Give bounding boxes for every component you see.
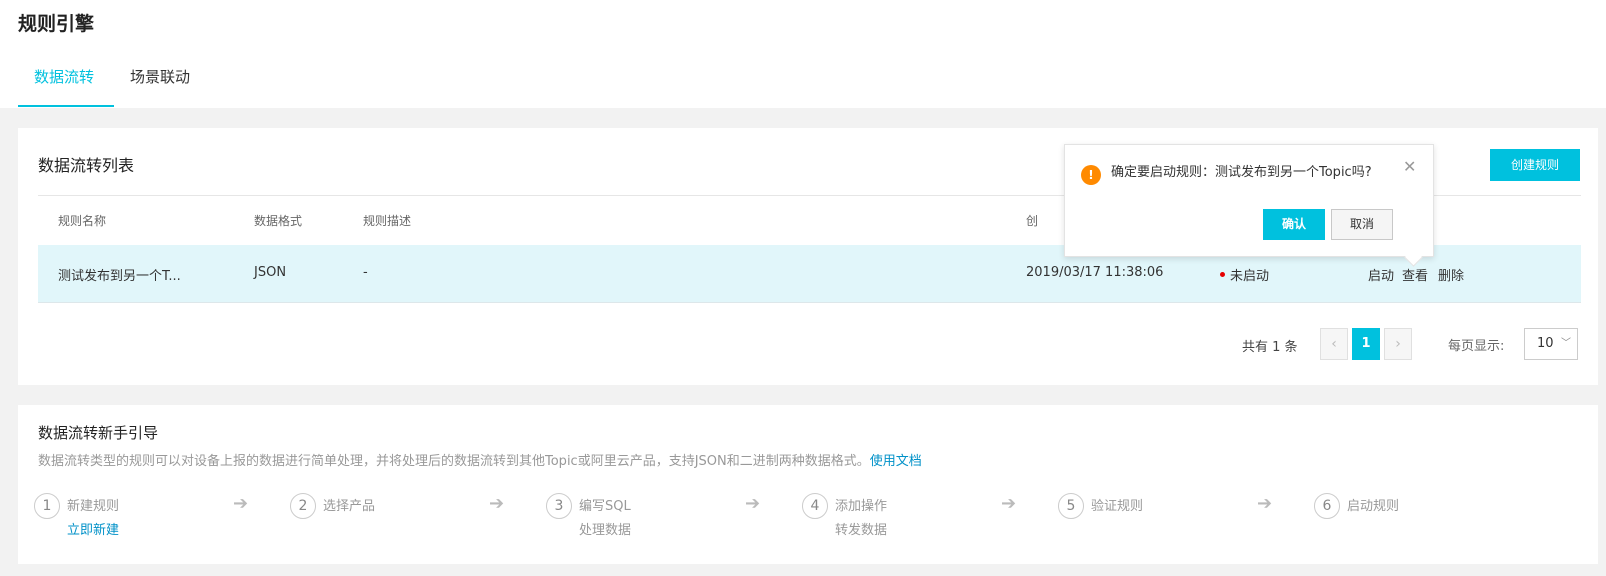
tab-data-flow[interactable]: 数据流转: [34, 66, 94, 87]
arrow-right-icon: ➔: [745, 493, 761, 514]
step-sublabel: 转发数据: [835, 523, 888, 538]
step-label: 添加操作: [835, 499, 888, 514]
guide-card: 数据流转新手引导 数据流转类型的规则可以对设备上报的数据进行简单处理，并将处理后…: [18, 405, 1598, 564]
guide-description-text: 数据流转类型的规则可以对设备上报的数据进行简单处理，并将处理后的数据流转到其他T…: [38, 454, 870, 469]
start-rule-link[interactable]: 启动: [1368, 265, 1394, 284]
view-rule-link[interactable]: 查看: [1402, 265, 1428, 284]
rule-description-cell: -: [363, 265, 368, 280]
page-header: 规则引擎 数据流转 场景联动: [0, 0, 1606, 108]
delete-rule-link[interactable]: 删除: [1438, 265, 1464, 284]
column-header-name: 规则名称: [58, 214, 107, 228]
pagination-total: 共有 1 条: [1242, 340, 1298, 355]
per-page-value: 10: [1537, 336, 1554, 351]
status-dot-icon: [1220, 272, 1225, 277]
step-label: 编写SQL: [579, 499, 631, 514]
step-label: 验证规则: [1091, 499, 1144, 514]
page-title: 规则引擎: [18, 13, 95, 35]
column-header-description: 规则描述: [363, 214, 412, 228]
step-label: 启动规则: [1347, 499, 1400, 514]
step-sublabel: 处理数据: [579, 523, 632, 538]
close-icon[interactable]: ✕: [1403, 157, 1416, 176]
active-tab-indicator: [18, 105, 114, 107]
rule-name-cell: 测试发布到另一个T...: [58, 269, 181, 284]
rule-created-cell: 2019/03/17 11:38:06: [1026, 265, 1164, 280]
per-page-label: 每页显示:: [1448, 339, 1505, 354]
chevron-right-icon: ›: [1395, 336, 1401, 352]
guide-title: 数据流转新手引导: [38, 424, 159, 442]
doc-link[interactable]: 使用文档: [870, 454, 922, 469]
confirm-button[interactable]: 确认: [1263, 209, 1325, 240]
step-label: 新建规则: [67, 499, 120, 514]
per-page-select[interactable]: 10 ﹀: [1524, 328, 1578, 360]
tab-scene-linkage[interactable]: 场景联动: [130, 66, 190, 87]
create-now-link[interactable]: 立即新建: [67, 519, 119, 538]
page-1-button[interactable]: 1: [1352, 328, 1380, 360]
step-number: 3: [546, 493, 572, 519]
step-number: 2: [290, 493, 316, 519]
step-label: 选择产品: [323, 499, 376, 514]
arrow-right-icon: ➔: [489, 493, 505, 514]
confirm-start-popover: ! 确定要启动规则：测试发布到另一个Topic吗? ✕ 确认 取消: [1064, 144, 1434, 257]
create-rule-button[interactable]: 创建规则: [1490, 149, 1580, 181]
guide-description: 数据流转类型的规则可以对设备上报的数据进行简单处理，并将处理后的数据流转到其他T…: [38, 450, 922, 469]
rule-list-title: 数据流转列表: [38, 156, 135, 175]
chevron-left-icon: ‹: [1331, 336, 1337, 352]
column-header-created: 创: [1026, 214, 1039, 228]
rule-format-cell: JSON: [254, 265, 287, 280]
next-page-button[interactable]: ›: [1384, 328, 1412, 360]
rule-status-cell: 未启动: [1220, 265, 1269, 284]
step-number: 6: [1314, 493, 1340, 519]
chevron-down-icon: ﹀: [1561, 338, 1571, 349]
arrow-right-icon: ➔: [1001, 493, 1017, 514]
step-number: 1: [34, 493, 60, 519]
status-text: 未启动: [1230, 269, 1270, 284]
step-number: 5: [1058, 493, 1084, 519]
column-header-format: 数据格式: [254, 214, 303, 228]
prev-page-button[interactable]: ‹: [1320, 328, 1348, 360]
popover-message: 确定要启动规则：测试发布到另一个Topic吗?: [1111, 165, 1372, 180]
arrow-right-icon: ➔: [1257, 493, 1273, 514]
cancel-button[interactable]: 取消: [1331, 209, 1393, 240]
arrow-right-icon: ➔: [233, 493, 249, 514]
step-number: 4: [802, 493, 828, 519]
